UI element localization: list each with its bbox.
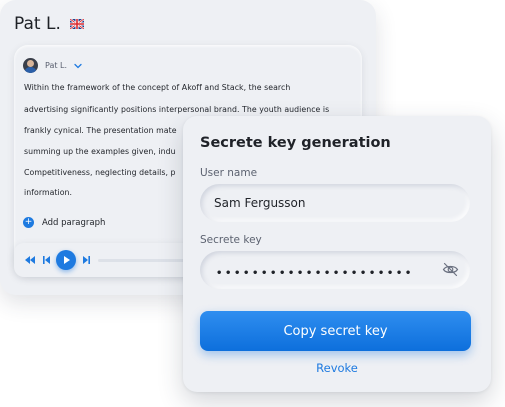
add-paragraph-button[interactable]: + Add paragraph — [23, 217, 105, 228]
username-label: User name — [200, 167, 258, 179]
editor-title: Pat L. — [14, 14, 61, 34]
skip-back-icon[interactable] — [24, 255, 36, 265]
paragraph-line: information. — [24, 188, 73, 197]
username-input[interactable] — [200, 184, 470, 222]
author-name: Pat L. — [45, 61, 68, 70]
author-selector[interactable]: Pat L. — [23, 58, 82, 73]
card-title: Secrete key generation — [200, 135, 391, 151]
play-icon — [64, 256, 70, 264]
uk-flag-icon — [69, 19, 84, 29]
paragraph-line: Competitiveness, neglecting details, p — [24, 168, 176, 177]
next-icon[interactable] — [82, 255, 91, 265]
secret-key-value: •••••••••••••••••••••• — [216, 268, 414, 279]
secret-key-label: Secrete key — [200, 234, 262, 246]
eye-off-icon[interactable] — [442, 262, 459, 277]
paragraph-line: frankly cynical. The presentation mate — [24, 126, 177, 135]
chevron-down-icon[interactable] — [74, 63, 82, 69]
paragraph-line: summing up the examples given, indu — [24, 147, 176, 156]
key-generation-card: Secrete key generation User name Secrete… — [183, 116, 491, 392]
previous-icon[interactable] — [42, 255, 51, 265]
play-button[interactable] — [56, 250, 76, 270]
avatar — [23, 58, 38, 73]
revoke-link[interactable]: Revoke — [183, 361, 491, 375]
copy-secret-key-button[interactable]: Copy secret key — [200, 311, 471, 351]
paragraph-line: advertising significantly positions inte… — [24, 105, 330, 114]
paragraph-line: Within the framework of the concept of A… — [24, 83, 291, 92]
plus-icon: + — [23, 217, 34, 228]
editor-header: Pat L. — [14, 14, 84, 34]
add-paragraph-label: Add paragraph — [42, 217, 106, 228]
